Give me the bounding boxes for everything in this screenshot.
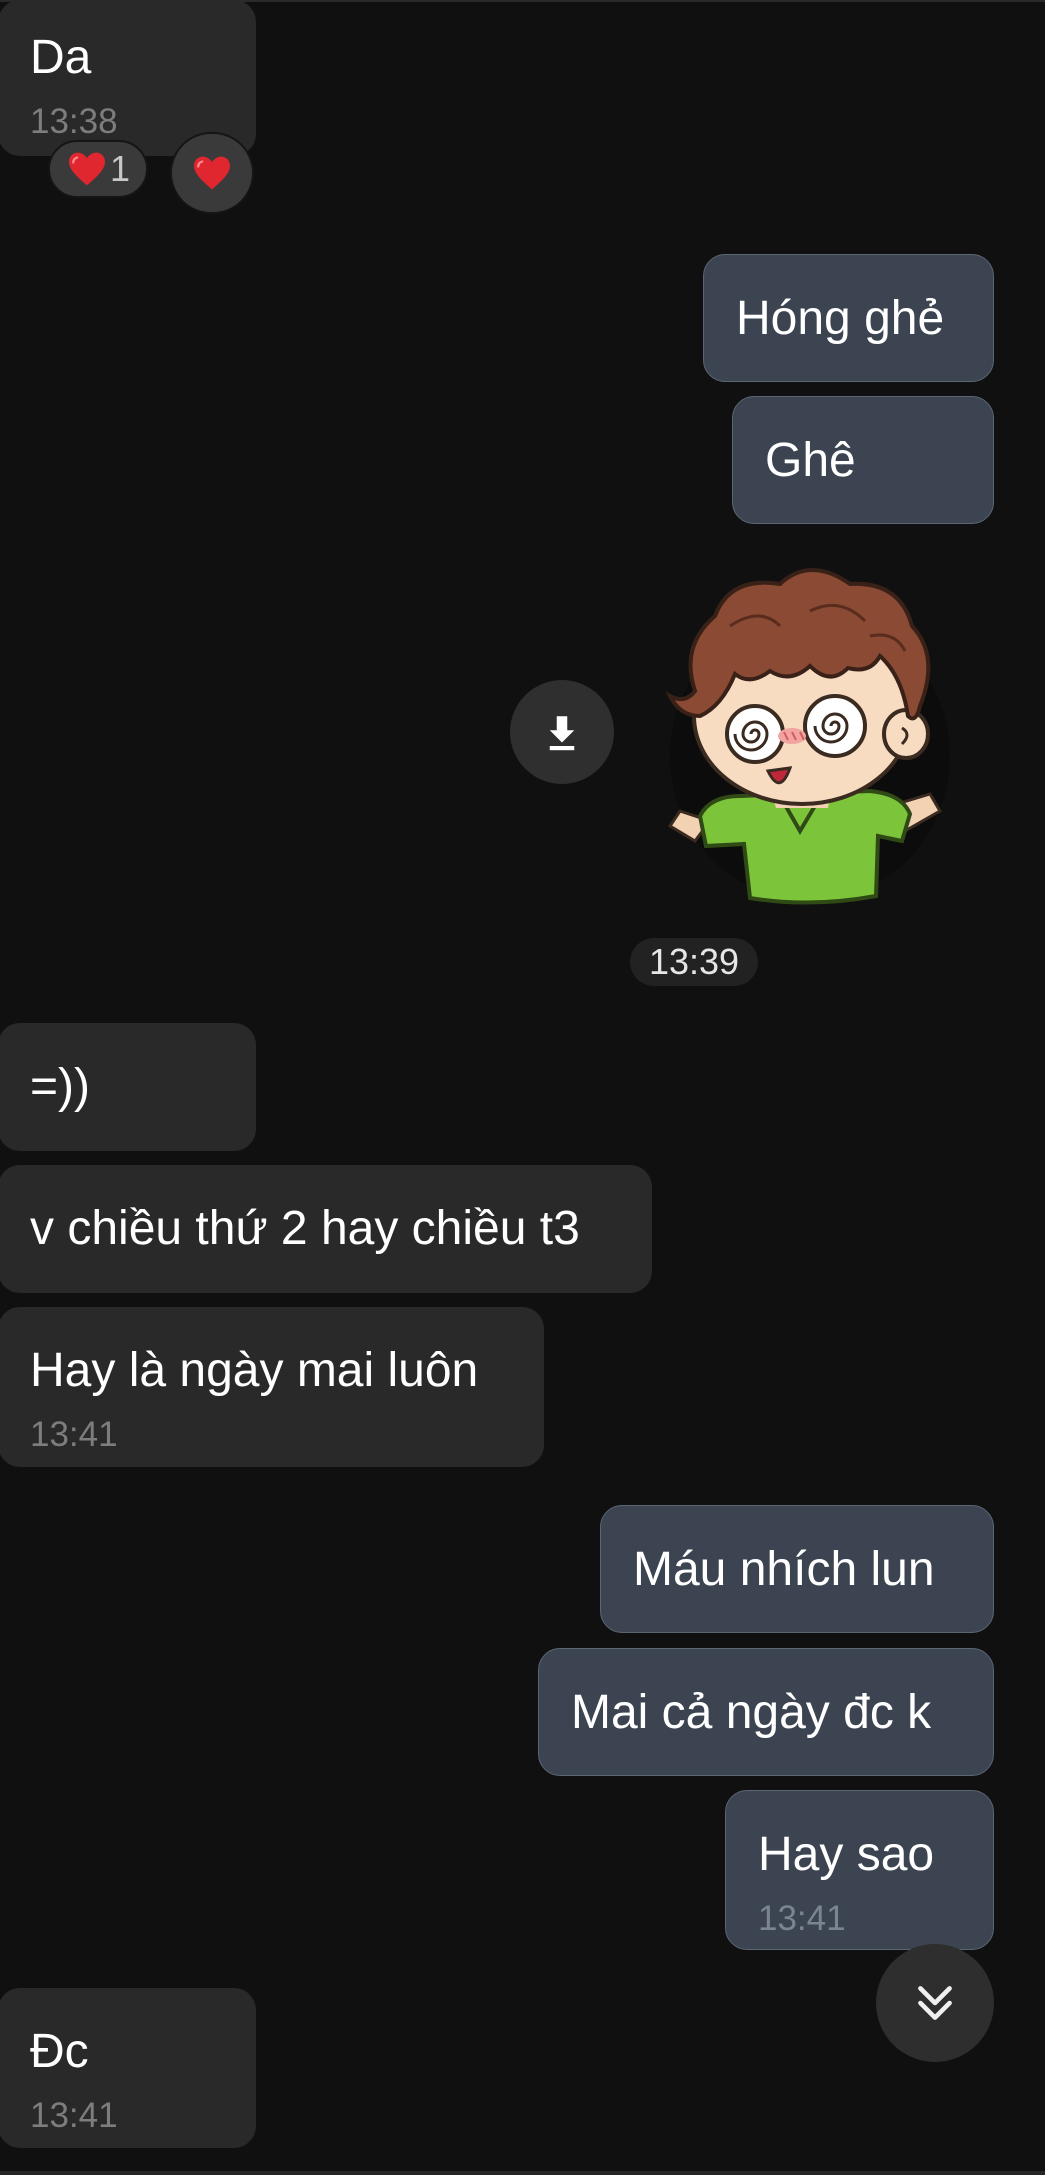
heart-icon bbox=[194, 156, 230, 190]
message-time: 13:38 bbox=[30, 102, 118, 141]
message-text: Ghê bbox=[765, 434, 856, 487]
message-time: 13:41 bbox=[30, 1415, 118, 1454]
message-time: 13:41 bbox=[30, 2096, 118, 2135]
download-button[interactable] bbox=[510, 680, 614, 784]
message-outgoing[interactable]: Ghê bbox=[732, 396, 994, 524]
message-text: Da bbox=[30, 31, 92, 84]
bottom-divider bbox=[0, 2171, 1045, 2175]
download-icon bbox=[549, 716, 575, 751]
heart-icon bbox=[68, 152, 105, 186]
message-text: Đc bbox=[30, 2025, 89, 2078]
reaction-count: 1 bbox=[109, 148, 131, 189]
message-incoming[interactable]: Hay là ngày mai luôn 13:41 bbox=[0, 1307, 544, 1467]
message-incoming[interactable]: v chiều thứ 2 hay chiều t3 bbox=[0, 1165, 652, 1293]
message-outgoing[interactable]: Hóng ghẻ bbox=[703, 254, 994, 382]
message-text: =)) bbox=[30, 1060, 90, 1113]
add-reaction-button[interactable] bbox=[170, 132, 254, 214]
double-chevron-down-icon bbox=[918, 1986, 952, 2020]
message-outgoing[interactable]: Mai cả ngày đc k bbox=[538, 1648, 994, 1776]
sticker-image[interactable] bbox=[640, 556, 960, 906]
message-outgoing[interactable]: Máu nhích lun bbox=[600, 1505, 994, 1633]
message-time: 13:41 bbox=[758, 1899, 846, 1938]
message-incoming[interactable]: Đc 13:41 bbox=[0, 1988, 256, 2148]
message-text: Hay là ngày mai luôn bbox=[30, 1344, 479, 1397]
message-text: Hóng ghẻ bbox=[736, 292, 945, 345]
message-text: Hay sao bbox=[758, 1828, 935, 1881]
timestamp-pill: 13:39 bbox=[630, 938, 758, 986]
scroll-to-bottom-button[interactable] bbox=[876, 1944, 994, 2062]
message-text: v chiều thứ 2 hay chiều t3 bbox=[30, 1202, 580, 1255]
message-incoming[interactable]: =)) bbox=[0, 1023, 256, 1151]
reaction-count-chip[interactable]: 1 bbox=[48, 140, 148, 198]
message-text: Mai cả ngày đc k bbox=[571, 1686, 932, 1739]
message-outgoing[interactable]: Hay sao 13:41 bbox=[725, 1790, 994, 1950]
message-text: Máu nhích lun bbox=[633, 1543, 935, 1596]
